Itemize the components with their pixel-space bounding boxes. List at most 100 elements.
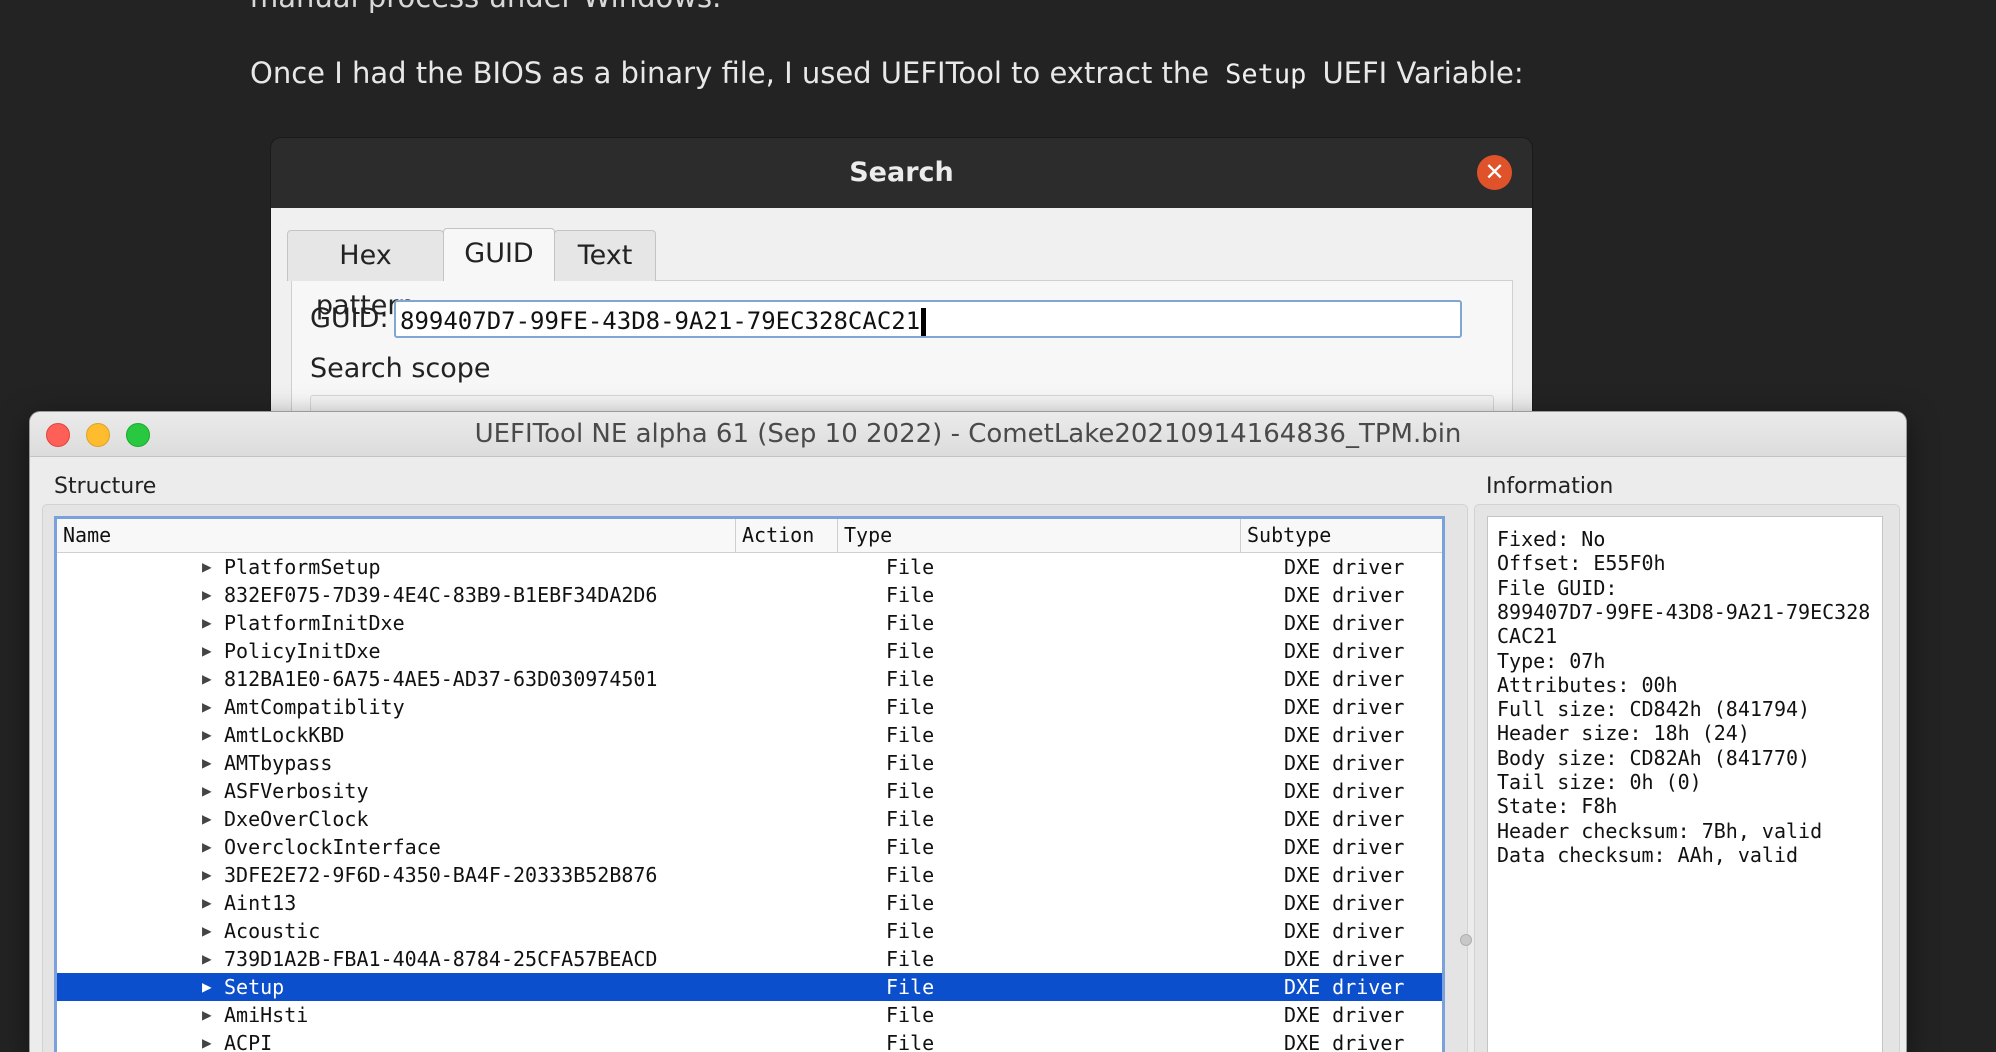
row-type: File <box>886 1031 935 1052</box>
row-subtype: DXE driver <box>1284 583 1405 607</box>
info-line: Full size: CD842h (841794) <box>1497 697 1811 722</box>
info-line: CAC21 <box>1497 624 1558 649</box>
row-type: File <box>886 723 935 747</box>
close-icon[interactable]: ✕ <box>1477 155 1512 190</box>
table-row[interactable]: ▶ AmiHsti File DXE driver <box>57 1001 1442 1029</box>
row-type: File <box>886 835 935 859</box>
expand-arrow-icon[interactable]: ▶ <box>202 777 212 805</box>
row-subtype: DXE driver <box>1284 611 1405 635</box>
tree-header: Name Action Type Subtype <box>57 519 1442 553</box>
table-row[interactable]: ▶ AmtLockKBD File DXE driver <box>57 721 1442 749</box>
table-row[interactable]: ▶ ACPI File DXE driver <box>57 1029 1442 1052</box>
table-row[interactable]: ▶ AMTbypass File DXE driver <box>57 749 1442 777</box>
row-name: Acoustic <box>224 919 321 943</box>
title-bar: UEFITool NE alpha 61 (Sep 10 2022) - Com… <box>30 412 1906 457</box>
expand-arrow-icon[interactable]: ▶ <box>202 637 212 665</box>
expand-arrow-icon[interactable]: ▶ <box>202 945 212 973</box>
row-name: ASFVerbosity <box>224 779 369 803</box>
search-dialog-body: Hex pattern GUID Text GUID: 899407D7-99F… <box>271 208 1532 438</box>
splitter-handle[interactable] <box>1460 934 1472 946</box>
row-name: 739D1A2B-FBA1-404A-8784-25CFA57BEACD <box>224 947 658 971</box>
row-name: 832EF075-7D39-4E4C-83B9-B1EBF34DA2D6 <box>224 583 658 607</box>
row-subtype: DXE driver <box>1284 723 1405 747</box>
search-dialog: Search ✕ Hex pattern GUID Text GUID: 899… <box>271 138 1532 438</box>
expand-arrow-icon[interactable]: ▶ <box>202 1029 212 1052</box>
expand-arrow-icon[interactable]: ▶ <box>202 861 212 889</box>
expand-arrow-icon[interactable]: ▶ <box>202 693 212 721</box>
column-header-name[interactable]: Name <box>57 519 735 552</box>
table-row[interactable]: ▶ DxeOverClock File DXE driver <box>57 805 1442 833</box>
info-line: Data checksum: AAh, valid <box>1497 842 1799 867</box>
column-header-type[interactable]: Type <box>837 519 1240 552</box>
expand-arrow-icon[interactable]: ▶ <box>202 581 212 609</box>
guid-label: GUID: <box>310 303 389 334</box>
expand-arrow-icon[interactable]: ▶ <box>202 1001 212 1029</box>
table-row[interactable]: ▶ ASFVerbosity File DXE driver <box>57 777 1442 805</box>
table-row[interactable]: ▶ 812BA1E0-6A75-4AE5-AD37-63D030974501 Fil… <box>57 665 1442 693</box>
zoom-window-button[interactable] <box>126 423 150 447</box>
expand-arrow-icon[interactable]: ▶ <box>202 665 212 693</box>
row-name: PlatformSetup <box>224 555 381 579</box>
row-type: File <box>886 891 935 915</box>
expand-arrow-icon[interactable]: ▶ <box>202 553 212 581</box>
table-row[interactable]: ▶ 832EF075-7D39-4E4C-83B9-B1EBF34DA2D6 Fil… <box>57 581 1442 609</box>
close-window-button[interactable] <box>46 423 70 447</box>
article-previous-line: manual process under Windows. <box>250 0 721 14</box>
expand-arrow-icon[interactable]: ▶ <box>202 609 212 637</box>
row-type: File <box>886 975 935 999</box>
table-row[interactable]: ▶ PlatformSetup File DXE driver <box>57 553 1442 581</box>
expand-arrow-icon[interactable]: ▶ <box>202 833 212 861</box>
tab-text[interactable]: Text <box>554 230 656 281</box>
row-name: 812BA1E0-6A75-4AE5-AD37-63D030974501 <box>224 667 658 691</box>
column-header-action[interactable]: Action <box>735 519 837 552</box>
table-row[interactable]: ▶ OverclockInterface File DXE driver <box>57 833 1442 861</box>
column-header-subtype[interactable]: Subtype <box>1240 519 1442 552</box>
uefitool-window: UEFITool NE alpha 61 (Sep 10 2022) - Com… <box>30 412 1906 1052</box>
tab-hex-pattern[interactable]: Hex pattern <box>287 230 444 321</box>
tab-guid[interactable]: GUID <box>443 228 555 281</box>
info-line: File GUID: <box>1497 575 1618 600</box>
row-subtype: DXE driver <box>1284 863 1405 887</box>
expand-arrow-icon[interactable]: ▶ <box>202 805 212 833</box>
row-subtype: DXE driver <box>1284 947 1405 971</box>
search-dialog-title: Search <box>849 157 954 188</box>
row-subtype: DXE driver <box>1284 555 1405 579</box>
row-type: File <box>886 947 935 971</box>
structure-tree[interactable]: Name Action Type Subtype ▶ PlatformSetup F… <box>54 516 1445 1052</box>
expand-arrow-icon[interactable]: ▶ <box>202 917 212 945</box>
row-subtype: DXE driver <box>1284 1031 1405 1052</box>
row-subtype: DXE driver <box>1284 695 1405 719</box>
expand-arrow-icon[interactable]: ▶ <box>202 749 212 777</box>
expand-arrow-icon[interactable]: ▶ <box>202 889 212 917</box>
row-type: File <box>886 667 935 691</box>
table-row[interactable]: ▶ 3DFE2E72-9F6D-4350-BA4F-20333B52B876 Fil… <box>57 861 1442 889</box>
row-type: File <box>886 751 935 775</box>
article-paragraph: Once I had the BIOS as a binary file, I … <box>250 56 1524 90</box>
table-row[interactable]: ▶ Setup File DXE driver <box>57 973 1442 1001</box>
table-row[interactable]: ▶ PolicyInitDxe File DXE driver <box>57 637 1442 665</box>
table-row[interactable]: ▶ PlatformInitDxe File DXE driver <box>57 609 1442 637</box>
row-type: File <box>886 611 935 635</box>
row-subtype: DXE driver <box>1284 1003 1405 1027</box>
guid-input[interactable]: 899407D7-99FE-43D8-9A21-79EC328CAC21 <box>394 300 1462 338</box>
table-row[interactable]: ▶ Acoustic File DXE driver <box>57 917 1442 945</box>
minimize-window-button[interactable] <box>86 423 110 447</box>
row-name: AmtCompatiblity <box>224 695 405 719</box>
row-type: File <box>886 555 935 579</box>
info-line: 899407D7-99FE-43D8-9A21-79EC328 <box>1497 599 1871 624</box>
article-text-before: Once I had the BIOS as a binary file, I … <box>250 56 1210 90</box>
guid-input-value: 899407D7-99FE-43D8-9A21-79EC328CAC21 <box>400 307 921 335</box>
info-line: Attributes: 00h <box>1497 672 1678 697</box>
table-row[interactable]: ▶ AmtCompatiblity File DXE driver <box>57 693 1442 721</box>
expand-arrow-icon[interactable]: ▶ <box>202 721 212 749</box>
row-type: File <box>886 919 935 943</box>
tree-rows: ▶ PlatformSetup File DXE driver ▶ 832EF075-7D… <box>57 553 1442 1052</box>
row-name: AmtLockKBD <box>224 723 345 747</box>
table-row[interactable]: ▶ Aint13 File DXE driver <box>57 889 1442 917</box>
expand-arrow-icon[interactable]: ▶ <box>202 973 212 1001</box>
row-type: File <box>886 695 935 719</box>
table-row[interactable]: ▶ 739D1A2B-FBA1-404A-8784-25CFA57BEACD Fil… <box>57 945 1442 973</box>
row-subtype: DXE driver <box>1284 919 1405 943</box>
row-name: PolicyInitDxe <box>224 639 381 663</box>
row-name: DxeOverClock <box>224 807 369 831</box>
